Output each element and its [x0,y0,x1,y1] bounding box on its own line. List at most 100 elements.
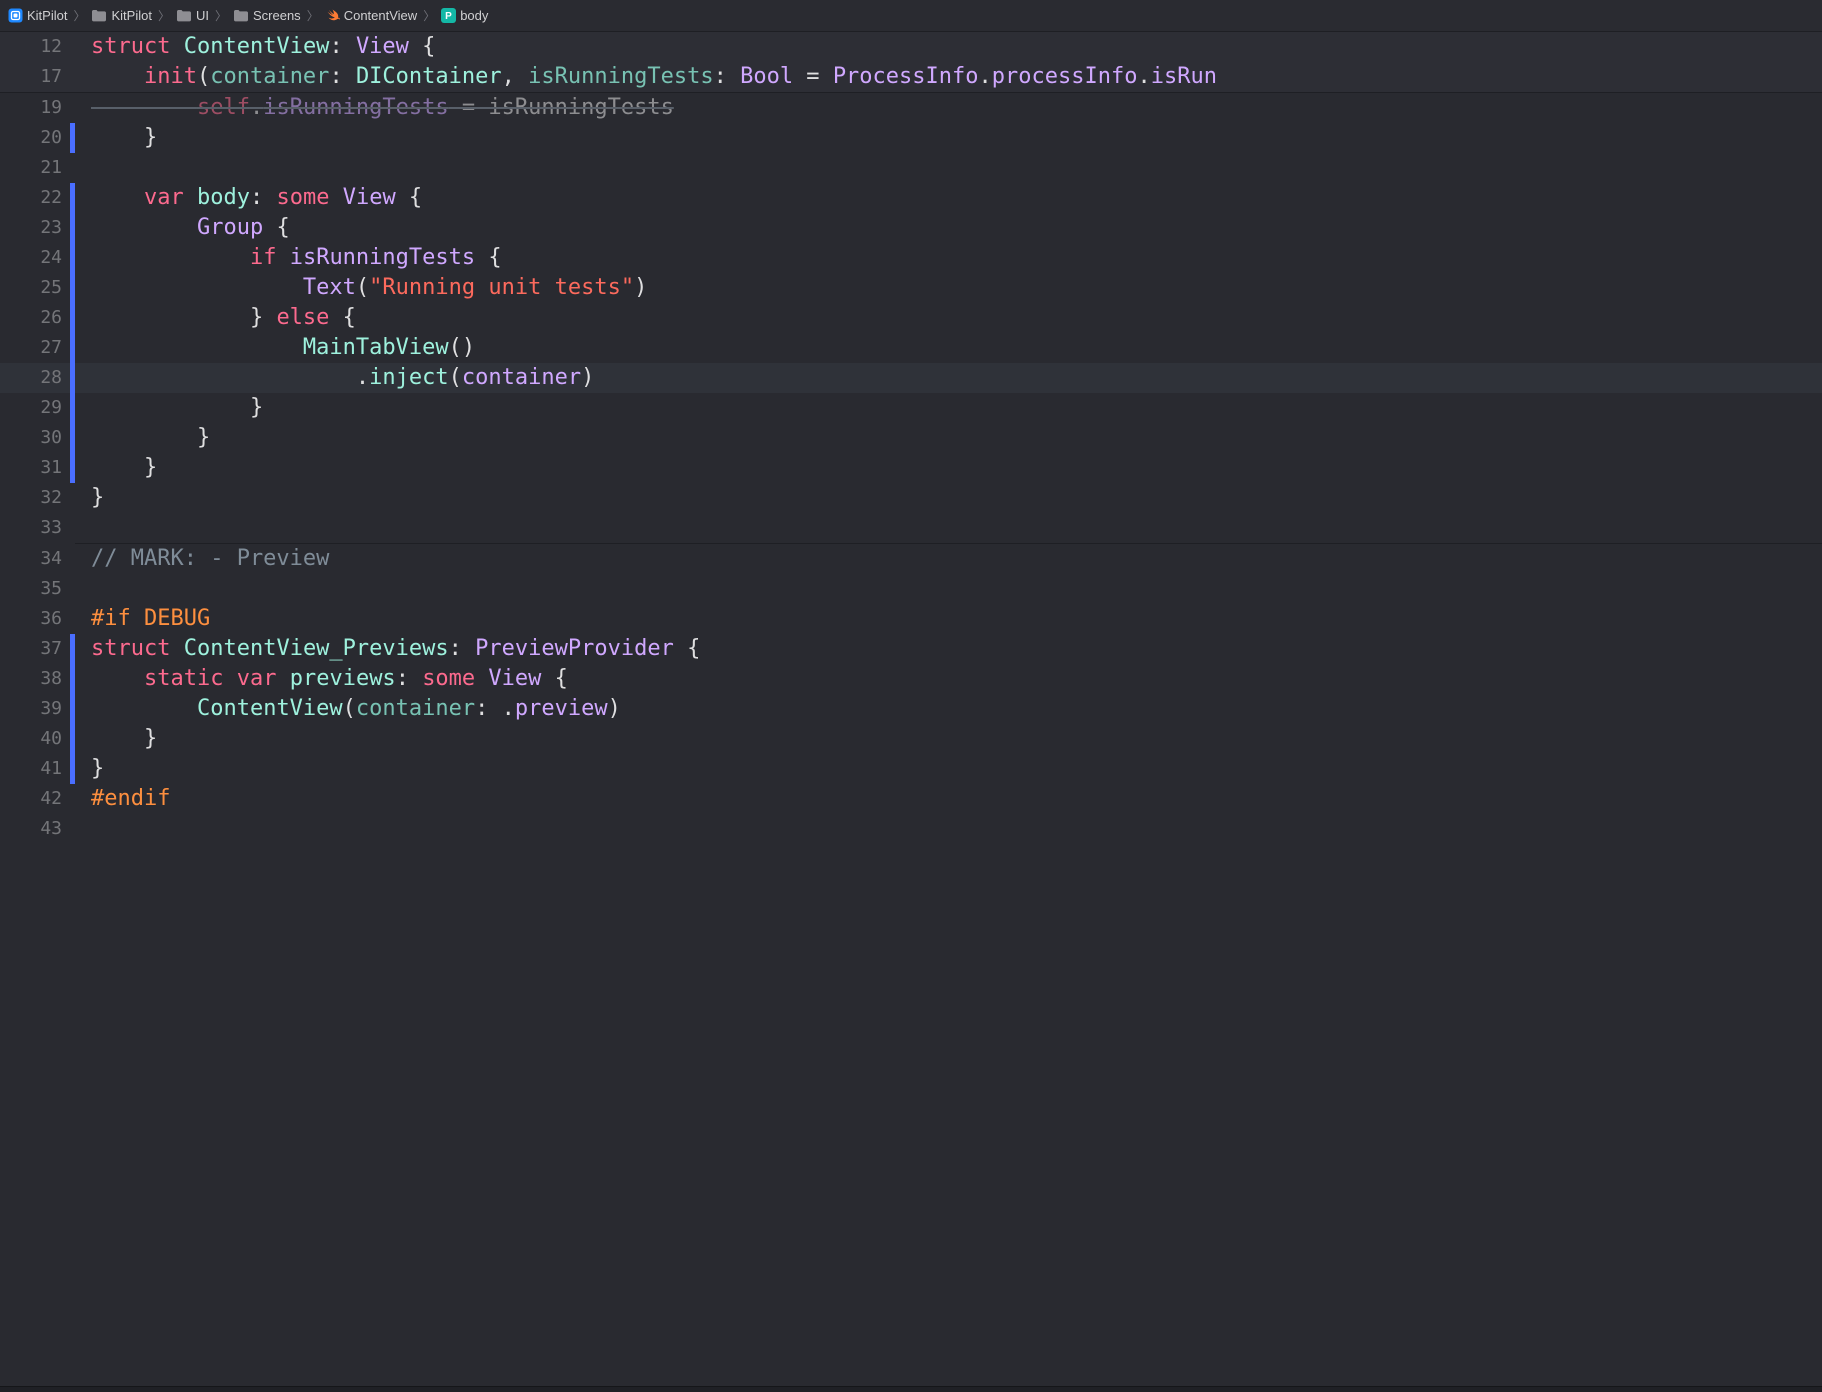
folder-icon [91,9,107,22]
svg-text:P: P [445,11,452,22]
breadcrumb-item[interactable]: KitPilot [6,8,69,23]
line-number: 30 [0,423,70,453]
code-line[interactable]: 22 var body: some View { [0,183,1822,213]
code-line[interactable]: 17 init(container: DIContainer, isRunnin… [0,62,1822,92]
line-number: 22 [0,183,70,213]
breadcrumb-item[interactable]: KitPilot [89,8,153,23]
code-content: } [75,724,1822,754]
code-content: } [75,123,1822,153]
line-number: 31 [0,453,70,483]
code-content: self.isRunningTests = isRunningTests [75,93,1822,123]
line-number: 43 [0,814,70,844]
code-content: } [75,483,1822,513]
code-line[interactable]: 42#endif [0,784,1822,814]
code-line[interactable]: 41} [0,754,1822,784]
code-content: // MARK: - Preview [75,544,1822,574]
line-number: 29 [0,393,70,423]
code-content: } [75,393,1822,423]
line-number: 38 [0,664,70,694]
code-line[interactable]: 26 } else { [0,303,1822,333]
chevron-right-icon: 〉 [211,7,231,24]
change-bar [70,513,75,543]
code-content: } [75,423,1822,453]
change-bar [70,574,75,604]
line-number: 19 [0,93,70,123]
code-line[interactable]: 12struct ContentView: View { [0,32,1822,62]
code-content: MainTabView() [75,333,1822,363]
code-line[interactable]: 28 .inject(container) [0,363,1822,393]
code-line[interactable]: 39 ContentView(container: .preview) [0,694,1822,724]
code-line[interactable]: 32} [0,483,1822,513]
line-number: 37 [0,634,70,664]
breadcrumb-label: Screens [253,8,301,23]
app-icon [8,8,23,23]
code-content: .inject(container) [75,363,1822,393]
code-line[interactable]: 30 } [0,423,1822,453]
code-line[interactable]: 23 Group { [0,213,1822,243]
code-line[interactable]: 35 [0,574,1822,604]
change-bar [70,814,75,844]
change-bar [70,153,75,183]
code-editor[interactable]: 19 self.isRunningTests = isRunningTests2… [0,93,1822,844]
code-line[interactable]: 20 } [0,123,1822,153]
code-content: } else { [75,303,1822,333]
code-content: ContentView(container: .preview) [75,694,1822,724]
line-number: 26 [0,303,70,333]
code-line[interactable]: 25 Text("Running unit tests") [0,273,1822,303]
swift-icon [325,8,340,23]
breadcrumb-label: UI [196,8,209,23]
code-line[interactable]: 19 self.isRunningTests = isRunningTests [0,93,1822,123]
line-number: 27 [0,333,70,363]
line-number: 42 [0,784,70,814]
line-number: 34 [0,544,70,574]
line-number: 23 [0,213,70,243]
line-number: 35 [0,574,70,604]
code-line[interactable]: 24 if isRunningTests { [0,243,1822,273]
code-line[interactable]: 31 } [0,453,1822,483]
breadcrumb[interactable]: KitPilot〉KitPilot〉UI〉Screens〉ContentView… [0,0,1822,32]
breadcrumb-label: ContentView [344,8,417,23]
breadcrumb-item[interactable]: ContentView [323,8,419,23]
bottom-bar [0,1386,1822,1392]
line-number: 24 [0,243,70,273]
code-content: struct ContentView_Previews: PreviewProv… [75,634,1822,664]
code-line[interactable]: 40 } [0,724,1822,754]
prop-icon: P [441,8,456,23]
breadcrumb-label: KitPilot [111,8,151,23]
line-number: 36 [0,604,70,634]
chevron-right-icon: 〉 [69,7,89,24]
code-line[interactable]: 29 } [0,393,1822,423]
line-number: 39 [0,694,70,724]
code-content: static var previews: some View { [75,664,1822,694]
line-number: 41 [0,754,70,784]
code-content: #if DEBUG [75,604,1822,634]
line-number: 28 [0,363,70,393]
code-content: Group { [75,213,1822,243]
line-number: 21 [0,153,70,183]
code-content: struct ContentView: View { [75,32,1822,62]
code-line[interactable]: 36#if DEBUG [0,604,1822,634]
code-line[interactable]: 34// MARK: - Preview [0,544,1822,574]
folder-icon [176,9,192,22]
breadcrumb-label: body [460,8,488,23]
line-number: 25 [0,273,70,303]
code-line[interactable]: 37struct ContentView_Previews: PreviewPr… [0,634,1822,664]
code-line[interactable]: 27 MainTabView() [0,333,1822,363]
code-line[interactable]: 38 static var previews: some View { [0,664,1822,694]
breadcrumb-item[interactable]: UI [174,8,211,23]
line-number: 20 [0,123,70,153]
code-line[interactable]: 33 [0,513,1822,543]
breadcrumb-item[interactable]: Screens [231,8,303,23]
line-number: 32 [0,483,70,513]
breadcrumb-label: KitPilot [27,8,67,23]
sticky-header: 12struct ContentView: View {17 init(cont… [0,32,1822,93]
breadcrumb-item[interactable]: Pbody [439,8,490,23]
line-number: 17 [0,62,70,92]
code-content: if isRunningTests { [75,243,1822,273]
code-line[interactable]: 21 [0,153,1822,183]
folder-icon [233,9,249,22]
line-number: 40 [0,724,70,754]
code-content: #endif [75,784,1822,814]
line-number: 33 [0,513,70,543]
code-line[interactable]: 43 [0,814,1822,844]
